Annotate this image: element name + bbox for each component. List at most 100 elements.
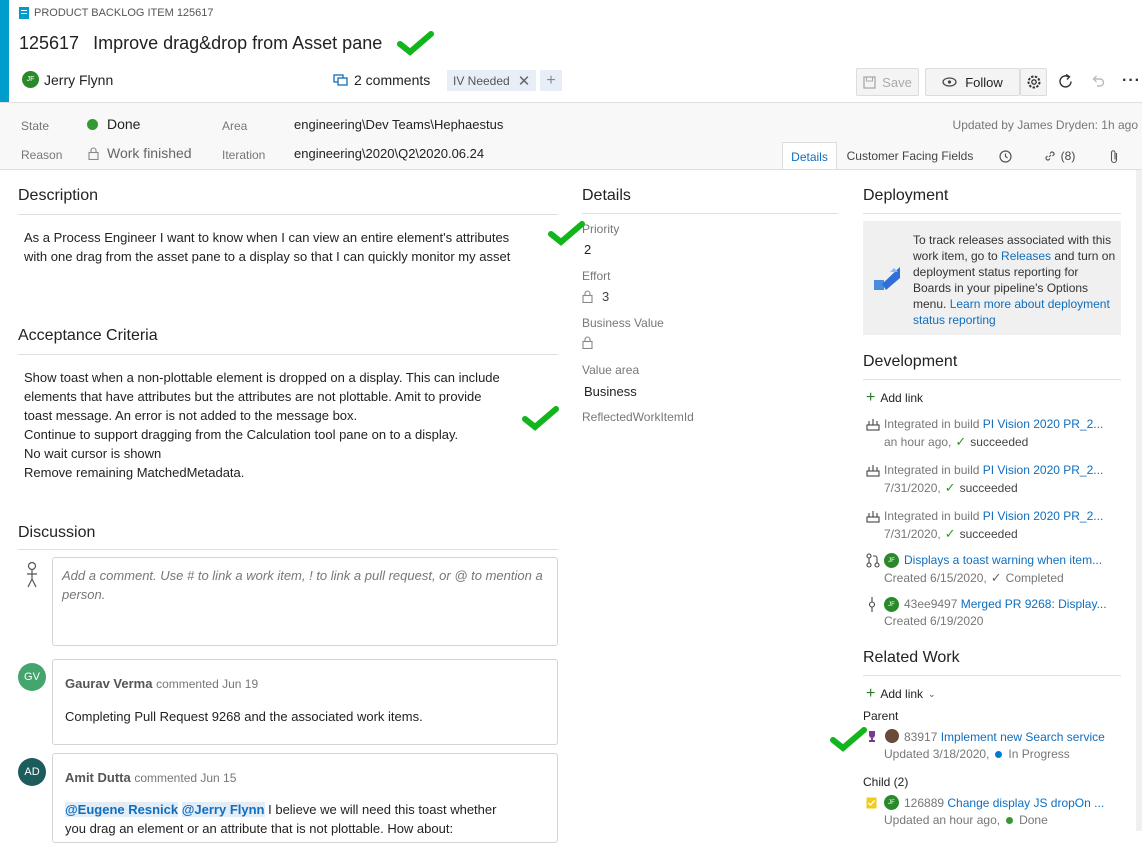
backlog-item-icon <box>19 7 29 19</box>
build-status: succeeded <box>959 481 1018 495</box>
deployment-title: Deployment <box>863 187 949 204</box>
add-tag-button[interactable]: + <box>540 70 562 91</box>
undo-icon[interactable] <box>1090 73 1105 88</box>
releases-link[interactable]: Releases <box>1001 249 1051 263</box>
reflected-work-item-id-label: ReflectedWorkItemId <box>582 410 694 424</box>
tag-iv-needed[interactable]: IV Needed ✕ <box>447 70 537 91</box>
checkmark-annotation-icon <box>397 31 434 56</box>
pull-request-icon <box>866 553 880 568</box>
tab-history[interactable] <box>983 142 1027 170</box>
avatar: JF <box>884 597 899 612</box>
discussion-divider <box>18 549 558 550</box>
child-link[interactable]: Change display JS dropOn ... <box>947 796 1104 810</box>
build-icon <box>866 511 880 523</box>
lock-icon <box>582 290 593 303</box>
acceptance-line: Show toast when a non-plottable element … <box>24 370 500 385</box>
assignee-name: Jerry Flynn <box>44 71 114 88</box>
comment-author[interactable]: Gaurav Verma <box>65 676 152 691</box>
mention[interactable]: @Eugene Resnick <box>65 802 179 817</box>
development-item: Integrated in build PI Vision 2020 PR_2.… <box>884 417 1103 431</box>
comment-header: Gaurav Verma commented Jun 19 <box>65 676 258 691</box>
eye-icon <box>942 77 957 87</box>
state-done-dot-icon <box>87 118 98 130</box>
follow-button[interactable]: Follow <box>925 68 1020 96</box>
details-title: Details <box>582 187 631 204</box>
add-link-label: Add link <box>880 391 924 405</box>
commit-link[interactable]: Merged PR 9268: Display... <box>961 597 1107 611</box>
pr-status: Completed <box>1005 571 1064 585</box>
comment-card: Amit Dutta commented Jun 15 @Eugene Resn… <box>52 753 558 843</box>
state-value: Done <box>107 116 141 132</box>
details-divider <box>582 213 838 214</box>
iteration-value[interactable]: engineering\2020\Q2\2020.06.24 <box>294 146 484 161</box>
avatar: JF <box>884 553 899 568</box>
build-status: succeeded <box>970 435 1029 449</box>
build-status: succeeded <box>959 527 1018 541</box>
parent-status: Updated 3/18/2020, In Progress <box>884 747 1070 761</box>
description-body[interactable]: As a Process Engineer I want to know whe… <box>24 228 554 266</box>
success-check-icon: ✓ <box>944 480 956 495</box>
refresh-icon[interactable] <box>1057 73 1074 90</box>
reason-field[interactable]: Work finished <box>88 145 192 161</box>
remove-tag-icon[interactable]: ✕ <box>518 72 531 90</box>
related-add-link-button[interactable]: + Add link ⌄ <box>866 685 936 703</box>
updated-by[interactable]: Updated by James Dryden: 1h ago <box>953 118 1138 132</box>
acceptance-criteria-title: Acceptance Criteria <box>18 327 158 344</box>
value-area-value[interactable]: Business <box>584 384 637 399</box>
comments-count: 2 comments <box>354 72 431 88</box>
acceptance-divider <box>18 354 558 355</box>
related-work-title: Related Work <box>863 649 960 666</box>
comments-link[interactable]: 2 comments <box>333 72 430 88</box>
comment-text-part: I believe we will need this toast whethe… <box>264 802 497 817</box>
parent-link[interactable]: Implement new Search service <box>941 730 1105 744</box>
link-icon <box>1045 151 1055 161</box>
more-actions-icon[interactable]: ··· <box>1122 72 1141 90</box>
discussion-title: Discussion <box>18 524 96 541</box>
tab-details[interactable]: Details <box>782 142 837 170</box>
tab-customer-facing-fields[interactable]: Customer Facing Fields <box>840 142 980 170</box>
build-link[interactable]: PI Vision 2020 PR_2... <box>983 417 1104 431</box>
completed-check-icon: ✓ <box>990 570 1002 585</box>
commit-icon <box>868 597 876 612</box>
effort-field[interactable]: 3 <box>582 289 609 304</box>
settings-button[interactable] <box>1020 68 1047 96</box>
add-link-label: Add link <box>880 687 924 701</box>
gear-icon <box>1027 75 1040 89</box>
build-link[interactable]: PI Vision 2020 PR_2... <box>983 463 1104 477</box>
tab-attachments[interactable] <box>1092 142 1136 170</box>
development-item-status: 7/31/2020, ✓ succeeded <box>884 526 1018 542</box>
build-date: an hour ago, <box>884 435 952 449</box>
area-value[interactable]: engineering\Dev Teams\Hephaestus <box>294 117 503 132</box>
parent-id: 83917 <box>904 730 938 744</box>
build-link[interactable]: PI Vision 2020 PR_2... <box>983 509 1104 523</box>
comment-author[interactable]: Amit Dutta <box>65 770 131 785</box>
work-item-title[interactable]: 125617 Improve drag&drop from Asset pane <box>19 33 382 54</box>
child-status: Updated an hour ago, Done <box>884 813 1048 827</box>
scrollbar-track[interactable] <box>1136 170 1142 831</box>
deployment-divider <box>863 213 1121 214</box>
development-divider <box>863 379 1121 380</box>
comment-header: Amit Dutta commented Jun 15 <box>65 770 236 785</box>
value-area-label: Value area <box>582 363 640 377</box>
build-prefix: Integrated in build <box>884 509 983 523</box>
pull-request-link[interactable]: Displays a toast warning when item... <box>904 553 1102 567</box>
state-field[interactable]: Done <box>87 116 140 132</box>
comment-text: Completing Pull Request 9268 and the ass… <box>65 709 423 724</box>
development-add-link-button[interactable]: + Add link <box>866 389 923 407</box>
iteration-label: Iteration <box>222 148 266 162</box>
paperclip-icon <box>1110 149 1118 163</box>
avatar <box>885 729 899 743</box>
commit-id: 43ee9497 <box>904 597 958 611</box>
mention[interactable]: @Jerry Flynn <box>181 802 265 817</box>
save-button[interactable]: Save <box>856 68 919 96</box>
tab-links[interactable]: (8) <box>1030 142 1088 170</box>
acceptance-criteria-body[interactable]: Show toast when a non-plottable element … <box>24 368 554 482</box>
work-item-title-text[interactable]: Improve drag&drop from Asset pane <box>93 33 382 54</box>
comment-input-placeholder: Add a comment. Use # to link a work item… <box>62 568 543 602</box>
assigned-to[interactable]: JF Jerry Flynn <box>22 71 113 88</box>
state-label: State <box>21 119 50 133</box>
comment-text-line2: you drag an element or an attribute that… <box>65 821 454 836</box>
business-value-label: Business Value <box>582 316 664 330</box>
avatar: JF <box>884 795 899 810</box>
comment-input[interactable]: Add a comment. Use # to link a work item… <box>52 557 558 646</box>
